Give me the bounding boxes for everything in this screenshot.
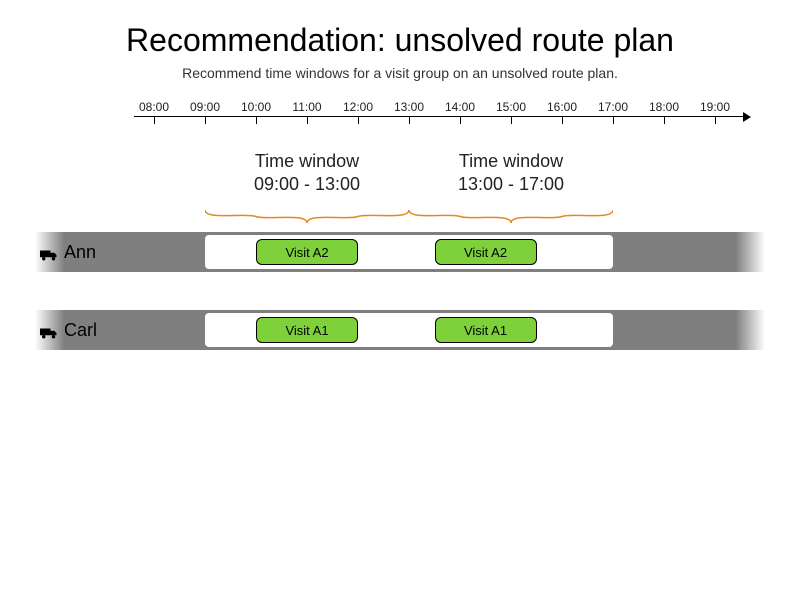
- axis-tick-label: 12:00: [343, 100, 373, 114]
- axis-tick-label: 17:00: [598, 100, 628, 114]
- axis-tick-label: 14:00: [445, 100, 475, 114]
- page-title: Recommendation: unsolved route plan: [0, 0, 800, 59]
- axis-tick-label: 19:00: [700, 100, 730, 114]
- axis-tick-label: 18:00: [649, 100, 679, 114]
- visit-block: Visit A1: [435, 317, 537, 343]
- axis-tick-label: 15:00: [496, 100, 526, 114]
- driver-lane: Visit A1 Visit A1: [35, 310, 765, 350]
- time-window-label: Time window13:00 - 17:00: [411, 150, 611, 195]
- axis-tick-label: 09:00: [190, 100, 220, 114]
- visit-block: Visit A1: [256, 317, 358, 343]
- brace-icon: [205, 210, 409, 224]
- driver-lane: Visit A2 Visit A2: [35, 232, 765, 272]
- driver-label: Ann: [40, 242, 96, 263]
- visit-block: Visit A2: [256, 239, 358, 265]
- visit-block: Visit A2: [435, 239, 537, 265]
- axis-tick-label: 16:00: [547, 100, 577, 114]
- truck-icon: [40, 324, 58, 338]
- time-window-label: Time window09:00 - 13:00: [207, 150, 407, 195]
- axis-tick-label: 08:00: [139, 100, 169, 114]
- axis-tick-label: 13:00: [394, 100, 424, 114]
- driver-label: Carl: [40, 320, 97, 341]
- axis-tick-label: 11:00: [292, 100, 321, 114]
- axis-tick-label: 10:00: [241, 100, 271, 114]
- brace-icon: [409, 210, 613, 224]
- truck-icon: [40, 246, 58, 260]
- page-subtitle: Recommend time windows for a visit group…: [0, 65, 800, 81]
